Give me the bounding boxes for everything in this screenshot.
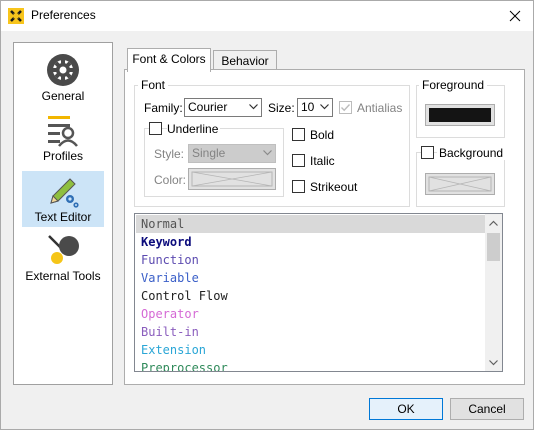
syntax-item[interactable]: Control Flow	[136, 287, 486, 305]
syntax-item[interactable]: Function	[136, 251, 486, 269]
bold-label: Bold	[310, 128, 335, 142]
nav-label: Profiles	[42, 149, 83, 163]
syntax-item[interactable]: Preprocessor	[136, 359, 486, 371]
syntax-item[interactable]: Normal	[136, 215, 486, 233]
nav-item-text-editor[interactable]: Text Editor	[22, 171, 104, 227]
foreground-color-fill	[429, 108, 491, 122]
underline-checkbox[interactable]	[149, 122, 162, 135]
syntax-item[interactable]: Built-in	[136, 323, 486, 341]
style-value: Single	[192, 146, 226, 160]
scroll-thumb[interactable]	[487, 233, 500, 261]
pencil-gears-icon	[50, 178, 79, 208]
background-color-swatch[interactable]	[425, 173, 495, 195]
syntax-item[interactable]: Variable	[136, 269, 486, 287]
size-value: 10	[301, 100, 315, 114]
ok-button[interactable]: OK	[369, 398, 443, 420]
font-group-title: Font	[138, 78, 169, 92]
size-select[interactable]: 10	[297, 98, 333, 117]
syntax-item[interactable]: Keyword	[136, 233, 486, 251]
scroll-down-icon[interactable]	[489, 360, 498, 366]
bold-checkbox[interactable]	[292, 128, 305, 141]
cancel-button[interactable]: Cancel	[450, 398, 524, 420]
italic-label: Italic	[310, 154, 335, 168]
antialias-checkbox[interactable]	[339, 101, 352, 114]
x-logo-icon	[8, 8, 24, 24]
chevron-down-icon	[263, 150, 272, 156]
strikeout-label: Strikeout	[310, 180, 358, 194]
gear-icon	[47, 54, 79, 86]
close-icon	[509, 10, 521, 22]
ok-label: OK	[397, 402, 415, 416]
tab-label: Font & Colors	[132, 52, 206, 66]
chevron-down-icon	[249, 104, 258, 110]
style-label: Style:	[154, 147, 185, 161]
family-label: Family:	[144, 101, 183, 115]
nav-item-external-tools[interactable]: External Tools	[22, 231, 104, 287]
foreground-title: Foreground	[419, 78, 488, 92]
nav-label: Text Editor	[34, 210, 92, 224]
cancel-label: Cancel	[468, 402, 506, 416]
empty-color-icon	[428, 176, 492, 192]
preferences-window: Preferences General Profiles Text Editor…	[0, 0, 534, 430]
italic-checkbox[interactable]	[292, 154, 305, 167]
title-bar: Preferences	[1, 1, 533, 31]
vertical-scrollbar[interactable]	[485, 214, 502, 371]
color-label: Color:	[154, 173, 187, 187]
checkmark-icon	[341, 104, 351, 112]
tab-label: Behavior	[221, 54, 269, 68]
window-title: Preferences	[31, 8, 96, 22]
nav-item-profiles[interactable]: Profiles	[22, 111, 104, 167]
antialias-label: Antialias	[357, 101, 403, 115]
close-button[interactable]	[497, 1, 533, 31]
underline-style-select[interactable]: Single	[188, 144, 276, 163]
tab-font-colors[interactable]: Font & Colors	[127, 48, 211, 72]
foreground-color-swatch[interactable]	[425, 104, 495, 126]
category-list: General Profiles Text Editor External To…	[13, 42, 113, 385]
nav-item-general[interactable]: General	[22, 51, 104, 107]
strikeout-checkbox[interactable]	[292, 180, 305, 193]
nav-label: General	[41, 89, 85, 103]
family-value: Courier	[188, 100, 228, 114]
scroll-up-icon[interactable]	[489, 220, 498, 226]
syntax-item[interactable]: Operator	[136, 305, 486, 323]
size-label: Size:	[268, 101, 295, 115]
empty-color-icon	[191, 171, 273, 187]
syntax-item[interactable]: Extension	[136, 341, 486, 359]
background-checkbox[interactable]	[421, 146, 434, 159]
underline-label: Underline	[167, 122, 221, 136]
nav-label: External Tools	[25, 269, 101, 283]
underline-color-swatch[interactable]	[188, 168, 276, 190]
chevron-down-icon	[320, 104, 329, 110]
family-select[interactable]: Courier	[184, 98, 262, 117]
profile-list-icon	[48, 116, 78, 147]
external-tools-icon	[48, 235, 79, 264]
syntax-style-list[interactable]: Normal Keyword Function Variable Control Flo…	[134, 213, 503, 372]
background-label: Background	[437, 146, 506, 160]
